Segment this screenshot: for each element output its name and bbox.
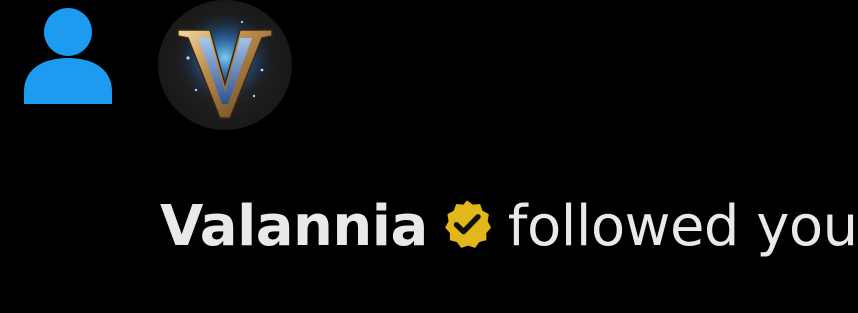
user-name[interactable]: Valannia xyxy=(160,194,428,259)
avatar[interactable] xyxy=(158,0,292,130)
notification-text: Valannia followed you xyxy=(160,186,858,266)
valannia-logo-icon xyxy=(158,0,292,130)
action-text: followed you xyxy=(507,193,858,259)
gold-verified-badge-icon xyxy=(444,200,491,248)
person-icon xyxy=(24,8,112,104)
